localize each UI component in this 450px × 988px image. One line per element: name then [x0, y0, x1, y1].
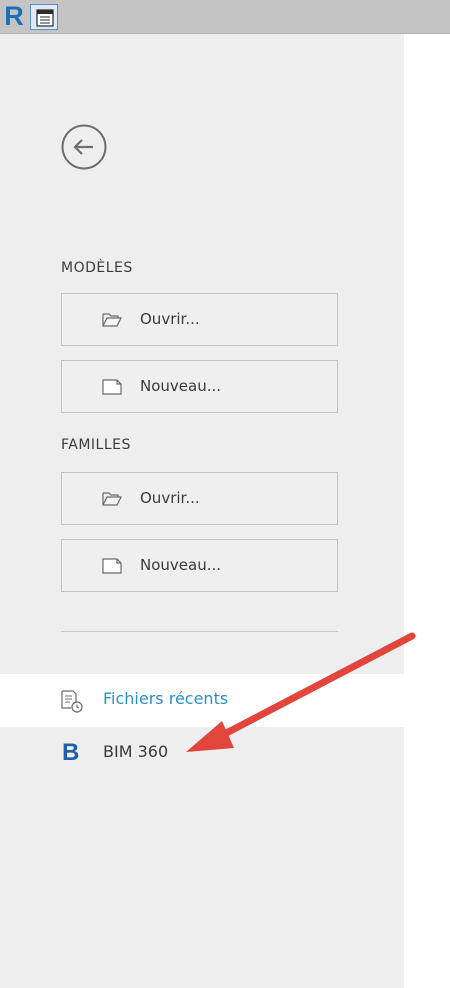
annotation-arrow: [186, 632, 416, 752]
